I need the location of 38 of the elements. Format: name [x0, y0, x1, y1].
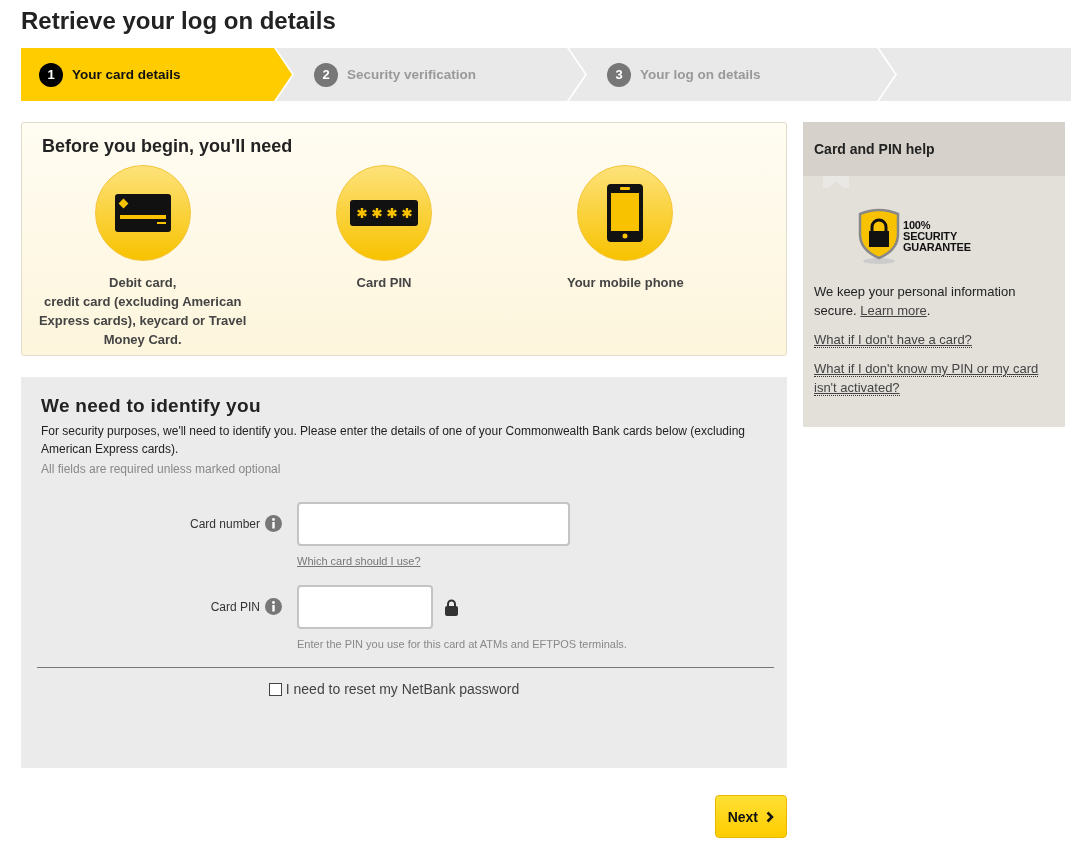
next-button[interactable]: Next	[714, 795, 787, 838]
security-guarantee-text: 100% SECURITY GUARANTEE	[903, 219, 972, 253]
padlock-icon	[445, 598, 458, 616]
help-link[interactable]: What if I don't know my PIN or my card isn't activated?	[814, 359, 1054, 397]
shield-padlock-icon	[857, 208, 901, 264]
credit-card-icon	[114, 194, 171, 232]
page-title: Retrieve your log on details	[21, 6, 337, 36]
info-icon[interactable]	[265, 515, 282, 532]
requirements-title: Before you begin, you'll need	[42, 136, 294, 157]
step-label: Your card details	[72, 67, 181, 82]
help-link[interactable]: Which card should I use?	[297, 555, 421, 567]
checkbox[interactable]	[268, 682, 282, 696]
checkbox-label[interactable]: I need to reset my NetBank password	[285, 681, 520, 697]
step-number: 2	[314, 62, 338, 87]
help-link[interactable]: What if I don't have a card?	[814, 330, 972, 349]
field-hint: Enter the PIN you use for this card at ATMs and EFTPOS terminals.	[297, 638, 628, 650]
required-note: All fields are required unless marked optional	[41, 462, 282, 476]
step-label: Security verification	[347, 67, 477, 82]
step-label: Your log on details	[640, 67, 761, 82]
sidebar-title: Card and PIN help	[803, 122, 1065, 176]
chevron-right-icon	[766, 810, 774, 823]
field-label: Card number	[188, 516, 260, 533]
pin-input-field[interactable]	[297, 585, 433, 629]
pin-code-icon	[350, 200, 418, 226]
requirement-label: Debit card, credit card (excluding American Express cards), keycard or Travel Money Card.	[37, 274, 248, 349]
mobile-phone-icon	[607, 184, 644, 242]
requirement-label: Card PIN	[355, 274, 413, 292]
pointer-notch-icon	[823, 176, 849, 188]
step-number: 1	[39, 62, 63, 87]
security-text: We keep your personal information secure. Learn more.	[814, 283, 1017, 320]
learn-more-link[interactable]: Learn more	[860, 303, 927, 318]
requirement-label: Your mobile phone	[565, 274, 685, 292]
field-label: Card PIN	[209, 599, 260, 616]
intro-text: For security purposes, we'll need to identify you. Please enter the details of one of your Commonwealth Bank cards below (excluding American Express cards).	[41, 423, 746, 458]
info-icon[interactable]	[265, 598, 282, 615]
section-title: We need to identify you	[41, 395, 262, 417]
step-number: 3	[607, 62, 631, 87]
card-number-input-field[interactable]	[297, 502, 570, 546]
